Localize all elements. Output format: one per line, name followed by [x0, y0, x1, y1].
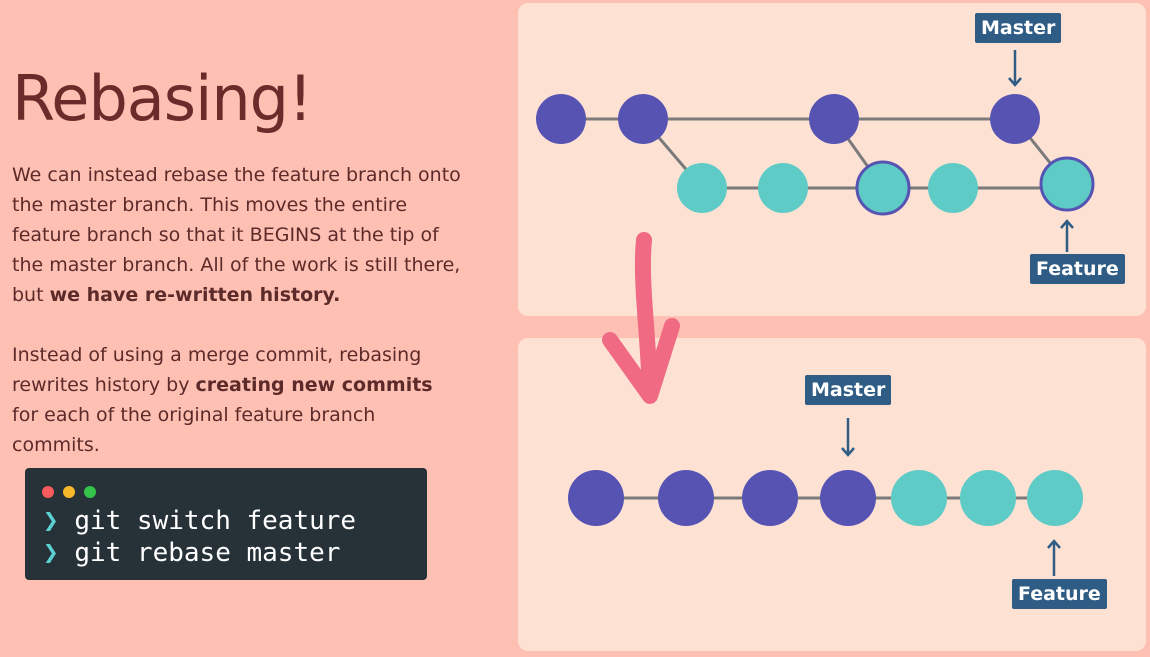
rebased-feature-commit	[891, 470, 947, 526]
rebased-feature-commit	[960, 470, 1016, 526]
master-commit	[658, 470, 714, 526]
feature-label-after: Feature	[1012, 579, 1107, 609]
rebased-feature-commit	[1027, 470, 1083, 526]
commit-graph	[536, 50, 1095, 576]
master-commit	[568, 470, 624, 526]
master-commit	[618, 94, 668, 144]
master-label-after: Master	[805, 375, 892, 405]
master-commit	[820, 470, 876, 526]
master-commit	[990, 94, 1040, 144]
merge-base-commit	[855, 160, 911, 216]
master-label-before: Master	[975, 13, 1062, 43]
feature-commit	[758, 163, 808, 213]
feature-commit	[928, 163, 978, 213]
master-commit	[742, 470, 798, 526]
rebase-down-arrow-icon	[602, 232, 680, 404]
feature-commit	[677, 163, 727, 213]
master-commit	[536, 94, 586, 144]
master-commit	[809, 94, 859, 144]
feature-label-before: Feature	[1030, 254, 1125, 284]
feature-tip-commit	[1039, 156, 1095, 212]
